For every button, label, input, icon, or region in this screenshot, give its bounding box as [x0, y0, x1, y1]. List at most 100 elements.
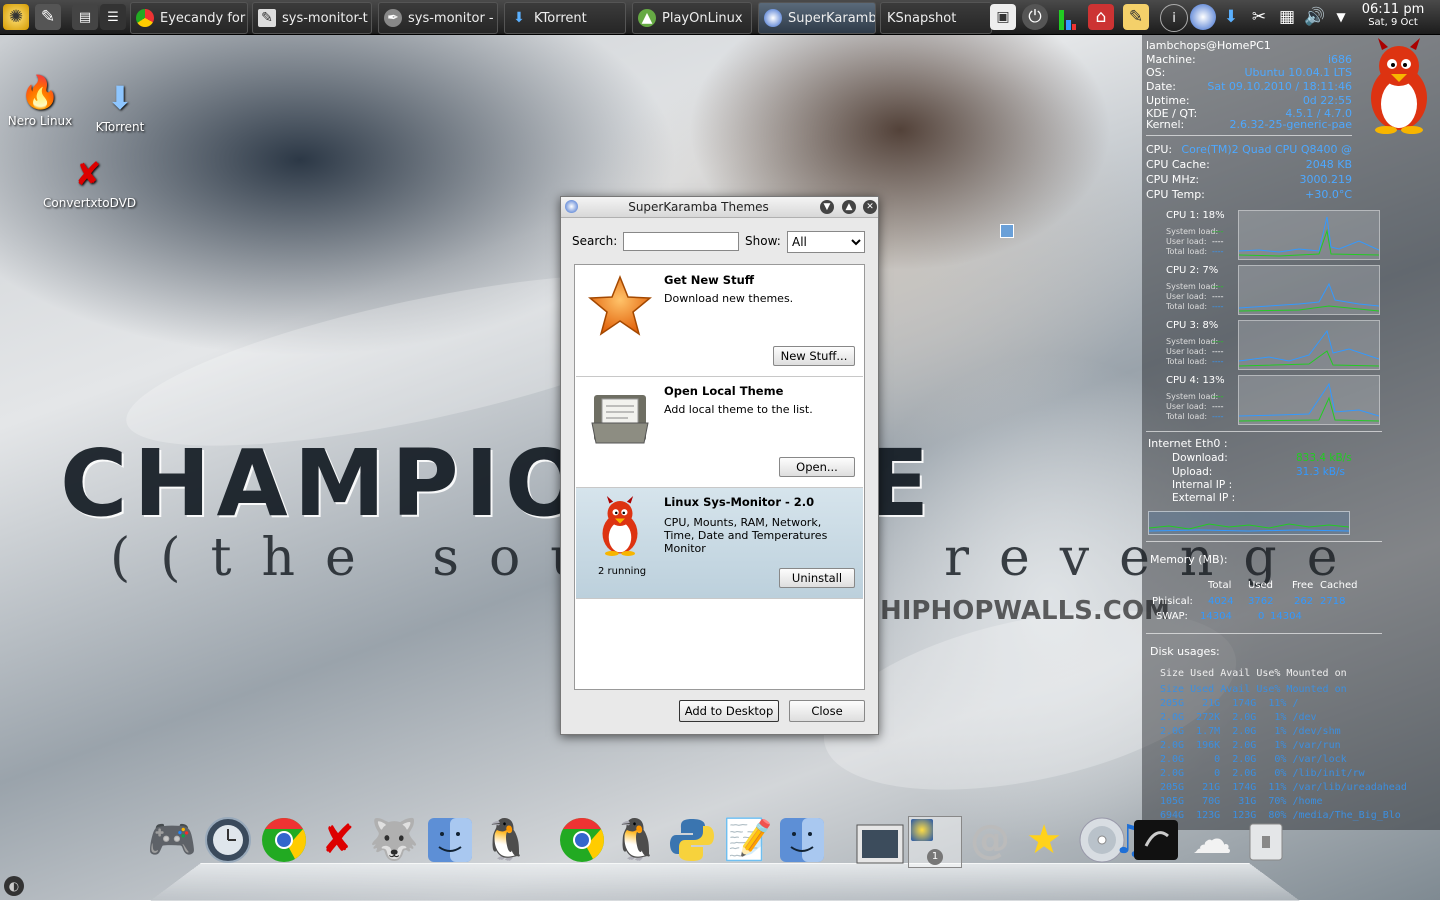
close-window-button[interactable]: ✕ [863, 200, 877, 214]
total-load-label: Total load: [1166, 357, 1208, 366]
top-panel: ✺ ✎ ▤ ☰ Eyecandy for ✎ sys-monitor-t ✒ s… [0, 0, 1440, 35]
new-stuff-button[interactable]: New Stuff... [773, 346, 855, 366]
show-desktop-icon[interactable]: ▤ [72, 4, 98, 30]
tux-icon[interactable]: 🐧 [610, 814, 662, 866]
chrome-icon [262, 818, 306, 862]
task-sys-monitor-t[interactable]: ✎ sys-monitor-t [252, 2, 372, 34]
desktop-toolbox-button[interactable]: ◐ [4, 876, 24, 896]
dark-icon[interactable] [1130, 814, 1182, 866]
power-icon[interactable]: ⏻ [1022, 4, 1048, 30]
maximize-button[interactable]: ▲ [842, 200, 856, 214]
kde-menu-icon[interactable]: ✺ [3, 4, 29, 30]
theme-list[interactable]: Get New Stuff Download new themes. New S… [574, 264, 865, 690]
tray-expand-icon[interactable]: ▼ [1328, 4, 1354, 30]
at-mail-icon[interactable]: @ [964, 814, 1016, 866]
cpu-2-block: CPU 2: 7% System load: ---- User load: ---… [1146, 265, 1382, 317]
task-switch-icon[interactable]: ☰ [100, 4, 126, 30]
chrome-icon[interactable] [258, 814, 310, 866]
info-icon[interactable]: i [1160, 4, 1188, 32]
scissors-icon[interactable]: ✂ [1246, 4, 1272, 30]
memory-swap-label: SWAP: [1156, 611, 1188, 622]
task-eyecandy[interactable]: Eyecandy for [130, 2, 248, 34]
theme-item-open-local[interactable]: Open Local Theme Add local theme to the … [576, 377, 863, 488]
theme-title: Get New Stuff [664, 273, 755, 287]
playonlinux-icon: ▲ [638, 9, 656, 27]
theme-item-linux-sys-monitor[interactable]: Linux Sys-Monitor - 2.0 CPU, Mounts, RAM… [576, 488, 863, 599]
desktop-switch-icon[interactable] [854, 814, 906, 866]
task-ksnapshot[interactable]: KSnapshot [880, 2, 992, 34]
task-label: sys-monitor-t [282, 10, 368, 26]
user-load-value: ---- [1212, 292, 1224, 301]
finder-icon[interactable] [776, 814, 828, 866]
cpu-percent: 7% [1202, 265, 1219, 276]
desktop-icon-label: KTorrent [95, 120, 145, 134]
chrome-icon[interactable] [556, 814, 608, 866]
cpu-graph-svg [1238, 282, 1380, 312]
notes-icon[interactable]: ✎ [1123, 4, 1149, 30]
desktop-icon-nero-linux[interactable]: 🔥 Nero Linux [0, 72, 85, 128]
desktop-icon-label: ConvertxtoDVD [43, 196, 137, 210]
tools-icon[interactable]: ✎ [35, 4, 61, 30]
sysmon-label: CPU Cache: [1146, 158, 1210, 171]
dialog-titlebar[interactable]: SuperKaramba Themes ▼ ▲ ✕ [561, 197, 878, 218]
finder-icon[interactable] [424, 814, 476, 866]
download-icon[interactable]: ⬇ [1218, 4, 1244, 30]
superkaramba-icon [764, 9, 782, 27]
search-input[interactable] [623, 232, 739, 251]
gamepad-icon[interactable]: 🎮 [146, 814, 198, 866]
package-icon[interactable]: ⌂ [1088, 4, 1114, 30]
task-superkaramba[interactable]: SuperKaramba [758, 2, 876, 34]
pager[interactable]: 1 [908, 816, 962, 868]
uninstall-button[interactable]: Uninstall [779, 568, 855, 588]
nero-icon: 🔥 [20, 73, 60, 111]
star-icon[interactable]: ★ [1018, 814, 1070, 866]
add-to-desktop-button[interactable]: Add to Desktop [679, 700, 779, 722]
weather-icon[interactable]: ☁ [1186, 814, 1238, 866]
text-editor-icon[interactable]: 📝 [722, 814, 774, 866]
trash-icon[interactable] [1240, 814, 1292, 866]
tux-icon[interactable]: 🐧 [480, 814, 532, 866]
net-upload-value: 31.3 kB/s [1296, 466, 1346, 478]
task-ktorrent[interactable]: ⬇ KTorrent [504, 2, 626, 34]
clock[interactable]: 06:11 pm Sat, 9 Oct [1358, 2, 1428, 28]
system-load-icon [1059, 10, 1076, 30]
minimize-button[interactable]: ▼ [820, 200, 834, 214]
network-icon[interactable] [1190, 4, 1216, 30]
theme-item-get-new-stuff[interactable]: Get New Stuff Download new themes. New S… [576, 266, 863, 377]
volume-icon[interactable]: 🔊 [1302, 4, 1328, 30]
system-load-value: ---- [1212, 337, 1224, 346]
convertxtodvd-icon[interactable]: ✘ [312, 814, 364, 866]
screen-lock-icon[interactable]: ▣ [990, 4, 1016, 30]
device-icon[interactable]: ▦ [1274, 4, 1300, 30]
pager-desktop-thumbnail[interactable] [911, 819, 933, 841]
user-load-value: ---- [1212, 402, 1224, 411]
total-load-value: ---- [1212, 247, 1224, 256]
total-load-value: ---- [1212, 357, 1224, 366]
desktop-icon-convertxtodvd[interactable]: ✘ ConvertxtoDVD [43, 154, 137, 210]
show-filter-select[interactable]: All [787, 231, 865, 253]
system-load-icon[interactable] [1056, 4, 1078, 30]
python-icon[interactable] [666, 814, 718, 866]
python-icon [670, 819, 714, 861]
time-machine-icon[interactable] [202, 814, 254, 866]
open-button[interactable]: Open... [779, 457, 855, 477]
desktop-window-icon[interactable] [1000, 224, 1014, 238]
dialog-title: SuperKaramba Themes [628, 200, 769, 214]
task-sys-monitor[interactable]: ✒ sys-monitor - [378, 2, 498, 34]
net-graph-svg [1148, 523, 1350, 532]
notepad-icon: ✎ [258, 9, 276, 27]
sysmon-divider [1146, 541, 1382, 542]
wolf-icon[interactable]: 🐺 [368, 814, 420, 866]
desktop-icon-ktorrent[interactable]: ⬇ KTorrent [75, 78, 165, 134]
memory-value: 14304 [1270, 611, 1302, 622]
cpu-label: CPU 4: [1166, 375, 1200, 386]
cpu-graph-svg [1238, 216, 1380, 257]
net-download-value: 833.4 kB/s [1296, 452, 1352, 464]
total-load-value: ---- [1212, 412, 1224, 421]
clock-date: Sat, 9 Oct [1368, 17, 1418, 28]
sys-monitor-widget[interactable]: lambchops@HomePC1 Machine: i686 OS: Ubuntu… [1142, 35, 1440, 830]
task-playonlinux[interactable]: ▲ PlayOnLinux [632, 2, 752, 34]
chrome-icon [136, 9, 154, 27]
superkaramba-themes-dialog: SuperKaramba Themes ▼ ▲ ✕ Search: Show: … [560, 196, 879, 735]
close-button[interactable]: Close [789, 700, 865, 722]
